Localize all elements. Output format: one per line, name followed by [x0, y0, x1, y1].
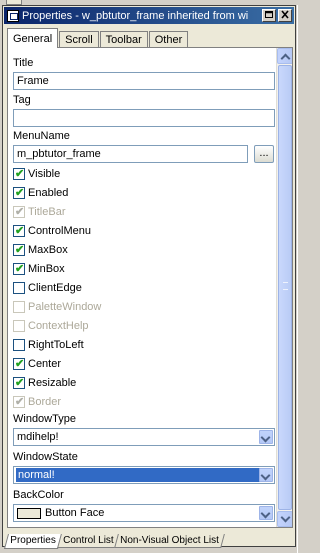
- checkbox-minbox[interactable]: MinBox: [13, 261, 65, 277]
- checkbox-label: MaxBox: [28, 244, 68, 256]
- tab-label: Control List: [62, 535, 114, 546]
- checkbox-box[interactable]: [13, 339, 25, 351]
- title-label: Title: [13, 57, 34, 69]
- windowstate-dropdown[interactable]: normal!: [13, 466, 275, 484]
- checkbox-box[interactable]: [13, 262, 25, 275]
- checkbox-box[interactable]: [13, 243, 25, 256]
- checkbox-box[interactable]: [13, 357, 25, 370]
- checkbox-contexthelp: ContextHelp: [13, 318, 89, 334]
- checkbox-controlmenu[interactable]: ControlMenu: [13, 223, 91, 239]
- checkbox-label: PaletteWindow: [28, 301, 102, 313]
- windowtype-label: WindowType: [13, 413, 76, 425]
- checkbox-box[interactable]: [13, 186, 25, 199]
- checkbox-visible[interactable]: Visible: [13, 166, 60, 182]
- checkbox-label: Border: [28, 396, 62, 408]
- checkbox-label: Center: [28, 358, 62, 370]
- menuname-input[interactable]: m_pbtutor_frame: [13, 145, 248, 163]
- checkbox-maxbox[interactable]: MaxBox: [13, 242, 68, 258]
- property-tabs: General Scroll Toolbar Other: [7, 28, 189, 48]
- windowstate-label: WindowState: [13, 451, 78, 463]
- chevron-down-icon[interactable]: [259, 468, 273, 482]
- checkbox-label: Enabled: [28, 187, 69, 199]
- tab-control-list[interactable]: Control List: [56, 534, 120, 548]
- bottom-tabs: Properties Control List Non-Visual Objec…: [3, 534, 225, 549]
- checkbox-box[interactable]: [13, 282, 25, 294]
- window-title: Properties - w_pbtutor_frame inherited f…: [22, 9, 249, 22]
- checkbox-box: [13, 205, 25, 218]
- close-button[interactable]: [278, 9, 292, 22]
- title-input[interactable]: Frame: [13, 72, 275, 90]
- checkbox-palettewindow: PaletteWindow: [13, 299, 101, 315]
- tab-toolbar[interactable]: Toolbar: [99, 31, 148, 48]
- checkbox-label: MinBox: [28, 263, 65, 275]
- checkbox-box: [13, 395, 25, 408]
- tab-label: Non-Visual Object List: [120, 535, 220, 546]
- color-swatch: [17, 507, 41, 519]
- backcolor-value: Button Face: [45, 507, 105, 519]
- title-bar[interactable]: Properties - w_pbtutor_frame inherited f…: [4, 7, 294, 24]
- windowtype-dropdown[interactable]: mdihelp!: [13, 428, 275, 446]
- scroll-thumb[interactable]: [278, 65, 292, 510]
- restore-icon: [265, 11, 273, 18]
- checkbox-resizable[interactable]: Resizable: [13, 375, 76, 391]
- tab-other[interactable]: Other: [148, 31, 189, 48]
- checkbox-righttoleft[interactable]: RightToLeft: [13, 337, 84, 353]
- checkbox-border: Border: [13, 394, 61, 410]
- tab-general[interactable]: General: [7, 28, 59, 48]
- tab-label: Properties: [10, 535, 56, 546]
- vertical-scrollbar[interactable]: [276, 48, 292, 527]
- checkbox-label: Visible: [28, 168, 61, 180]
- checkbox-box[interactable]: [13, 224, 25, 237]
- checkbox-label: TitleBar: [28, 206, 66, 218]
- checkbox-label: ClientEdge: [28, 282, 82, 294]
- menuname-browse-button[interactable]: ...: [254, 145, 274, 163]
- tab-non-visual-object-list[interactable]: Non-Visual Object List: [114, 534, 225, 548]
- checkbox-label: ContextHelp: [28, 320, 89, 332]
- checkbox-box: [13, 301, 25, 313]
- backcolor-dropdown[interactable]: Button Face: [13, 504, 275, 522]
- close-icon: [281, 10, 289, 19]
- scroll-up-arrow-icon[interactable]: [277, 48, 292, 64]
- checkbox-box[interactable]: [13, 376, 25, 389]
- general-panel: Title Frame Tag MenuName m_pbtutor_frame…: [7, 47, 293, 528]
- checkbox-titlebar: TitleBar: [13, 204, 66, 220]
- chevron-down-icon[interactable]: [259, 506, 273, 520]
- checkbox-label: Resizable: [28, 377, 77, 389]
- backcolor-label: BackColor: [13, 489, 64, 501]
- windowtype-value: mdihelp!: [17, 431, 59, 443]
- checkbox-box: [13, 320, 25, 332]
- tag-label: Tag: [13, 94, 31, 106]
- tag-input[interactable]: [13, 109, 275, 127]
- checkbox-label: RightToLeft: [28, 339, 84, 351]
- checkbox-box[interactable]: [13, 167, 25, 180]
- menuname-label: MenuName: [13, 130, 70, 142]
- checkbox-label: ControlMenu: [28, 225, 91, 237]
- chevron-down-icon[interactable]: [259, 430, 273, 444]
- tab-properties[interactable]: Properties: [3, 534, 62, 549]
- checkbox-enabled[interactable]: Enabled: [13, 185, 68, 201]
- checkbox-clientedge[interactable]: ClientEdge: [13, 280, 82, 296]
- restore-button[interactable]: [262, 9, 276, 22]
- properties-window: Properties - w_pbtutor_frame inherited f…: [2, 5, 296, 549]
- tab-scroll[interactable]: Scroll: [59, 31, 99, 48]
- windowstate-value: normal!: [16, 468, 260, 482]
- window-icon[interactable]: [7, 9, 19, 22]
- scroll-down-arrow-icon[interactable]: [277, 511, 292, 527]
- background-edge: [297, 5, 311, 553]
- checkbox-center[interactable]: Center: [13, 356, 61, 372]
